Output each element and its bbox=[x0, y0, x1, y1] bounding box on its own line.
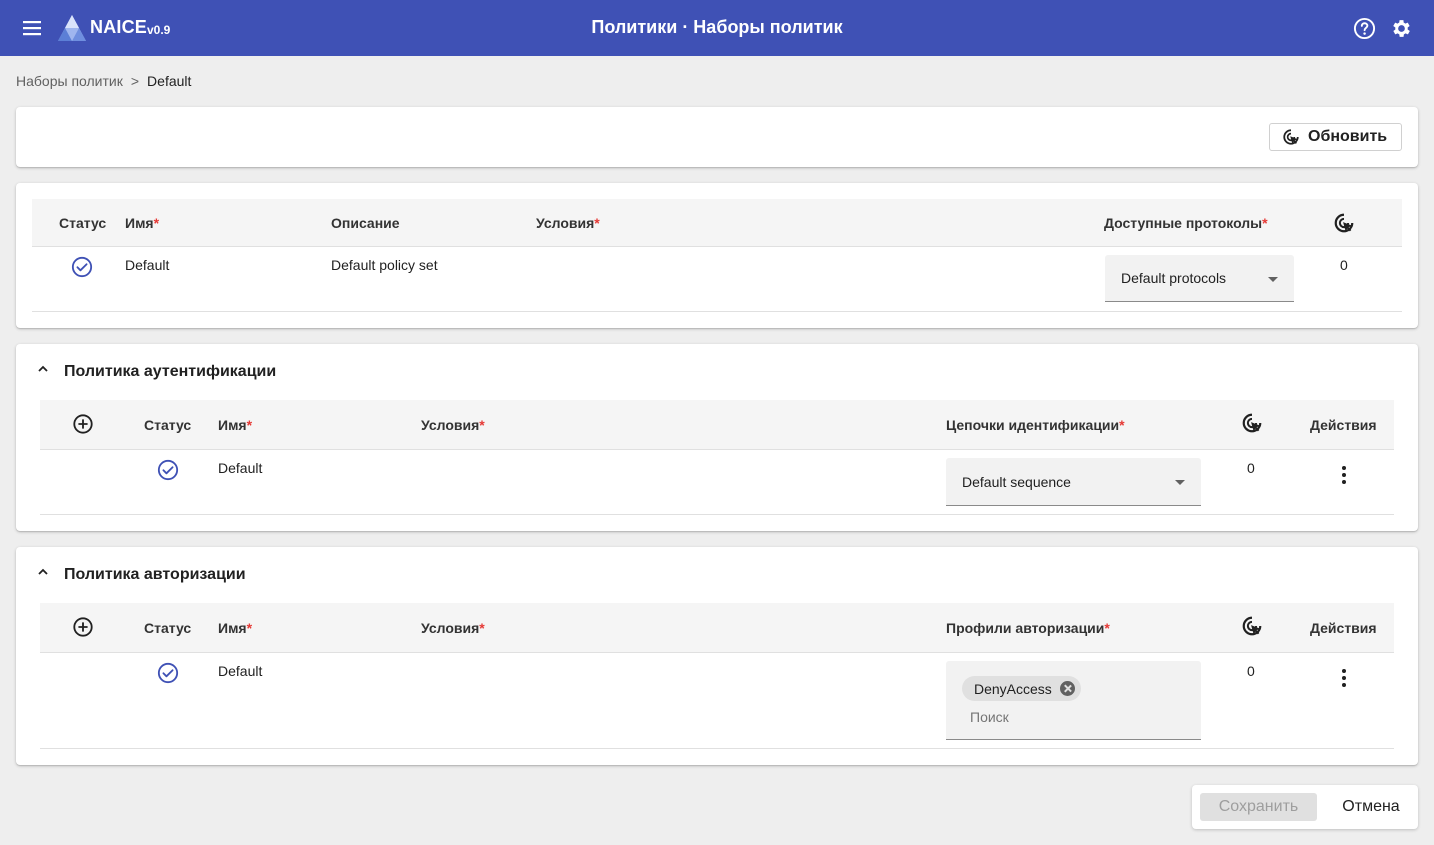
breadcrumb-link-policy-sets[interactable]: Наборы политик bbox=[16, 73, 123, 89]
identity-sequence-value: Default sequence bbox=[962, 474, 1071, 490]
breadcrumb-current: Default bbox=[147, 73, 192, 89]
policy-set-name[interactable]: Default bbox=[125, 257, 169, 273]
col-conditions: Условия* bbox=[421, 417, 485, 433]
authz-rule-hits: 0 bbox=[1247, 663, 1255, 679]
page-title: Политики · Наборы политик bbox=[591, 17, 843, 37]
chip-remove-icon[interactable] bbox=[1059, 681, 1075, 696]
status-enabled-icon[interactable] bbox=[157, 662, 179, 684]
auth-policy-title: Политика аутентификации bbox=[64, 363, 277, 380]
auth-rule-actions-menu-icon[interactable] bbox=[1341, 466, 1347, 486]
row-divider bbox=[32, 311, 1402, 312]
profiles-search-input[interactable] bbox=[970, 709, 1170, 725]
profile-chip-label: DenyAccess bbox=[974, 680, 1052, 697]
col-name: Имя* bbox=[218, 417, 253, 433]
add-auth-rule-icon[interactable] bbox=[72, 413, 94, 435]
col-name: Имя* bbox=[125, 215, 160, 231]
top-app-bar: NAICE v0.9 Политики · Наборы политик bbox=[0, 0, 1434, 56]
col-conditions: Условия* bbox=[421, 620, 485, 636]
refresh-button-label: Обновить bbox=[1308, 128, 1388, 145]
authz-policy-title: Политика авторизации bbox=[64, 566, 246, 583]
col-protocols: Доступные протоколы* bbox=[1104, 215, 1268, 231]
col-conditions: Условия* bbox=[536, 215, 600, 231]
row-divider bbox=[40, 748, 1394, 749]
collapse-chevron-icon[interactable] bbox=[36, 362, 50, 376]
col-identity-sequences: Цепочки идентификации* bbox=[946, 417, 1125, 433]
refresh-cursor-icon bbox=[1283, 129, 1299, 145]
breadcrumb: Наборы политик > Default bbox=[16, 73, 191, 89]
toolbar-card bbox=[16, 107, 1418, 167]
help-icon[interactable] bbox=[1353, 17, 1376, 40]
dropdown-arrow-icon bbox=[1175, 480, 1185, 485]
add-authz-rule-icon[interactable] bbox=[72, 616, 94, 638]
col-status: Статус bbox=[59, 215, 107, 231]
policy-set-description[interactable]: Default policy set bbox=[331, 257, 438, 273]
profile-chip: DenyAccess bbox=[962, 676, 1081, 701]
protocols-select[interactable]: Default protocols bbox=[1105, 255, 1294, 302]
col-authz-profiles: Профили авторизации* bbox=[946, 620, 1110, 636]
save-button[interactable]: Сохранить bbox=[1200, 793, 1317, 821]
col-actions: Действия bbox=[1310, 417, 1377, 433]
protocols-select-value: Default protocols bbox=[1121, 270, 1227, 286]
auth-rule-hits: 0 bbox=[1247, 460, 1255, 476]
dropdown-arrow-icon bbox=[1268, 277, 1278, 282]
hits-cursor-icon bbox=[1242, 616, 1262, 636]
authz-rule-actions-menu-icon[interactable] bbox=[1341, 669, 1347, 689]
col-name: Имя* bbox=[218, 620, 253, 636]
gear-icon[interactable] bbox=[1390, 17, 1413, 40]
authz-rule-name[interactable]: Default bbox=[218, 663, 262, 679]
refresh-button[interactable]: Обновить bbox=[1269, 123, 1402, 151]
col-actions: Действия bbox=[1310, 620, 1377, 636]
auth-rule-name[interactable]: Default bbox=[218, 460, 262, 476]
cancel-button[interactable]: Отмена bbox=[1330, 793, 1412, 821]
row-divider bbox=[40, 514, 1394, 515]
policy-set-hits: 0 bbox=[1340, 257, 1348, 273]
col-status: Статус bbox=[144, 620, 192, 636]
col-description: Описание bbox=[331, 215, 400, 231]
col-status: Статус bbox=[144, 417, 192, 433]
breadcrumb-separator: > bbox=[130, 73, 140, 89]
collapse-chevron-icon[interactable] bbox=[36, 565, 50, 579]
hits-cursor-icon bbox=[1242, 413, 1262, 433]
status-enabled-icon[interactable] bbox=[157, 459, 179, 481]
hits-cursor-icon bbox=[1334, 213, 1354, 233]
status-enabled-icon[interactable] bbox=[71, 256, 93, 278]
identity-sequence-select[interactable]: Default sequence bbox=[946, 458, 1201, 506]
